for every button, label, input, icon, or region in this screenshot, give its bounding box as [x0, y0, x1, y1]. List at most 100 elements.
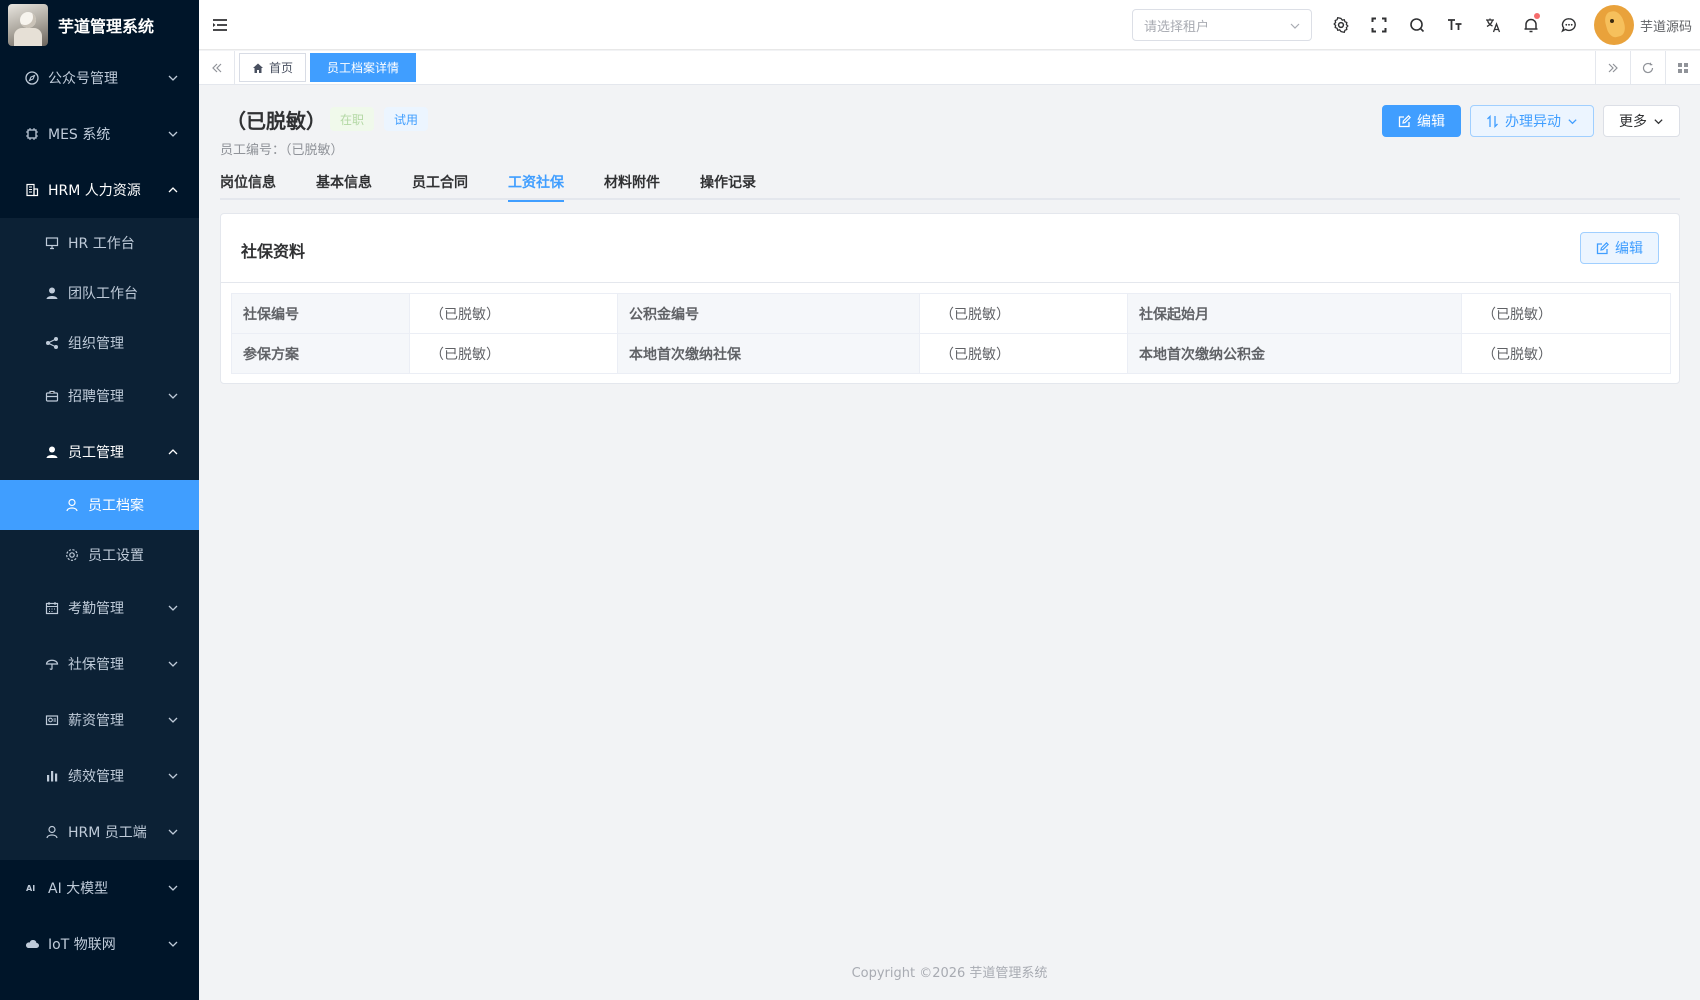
tags-scroll-left[interactable] — [199, 50, 235, 85]
compass-icon — [24, 70, 40, 86]
table-row: 社保编号 （已脱敏） 公积金编号 （已脱敏） 社保起始月 （已脱敏） — [231, 293, 1671, 334]
user-icon — [44, 444, 60, 460]
sidebar-item-label: HRM 人力资源 — [48, 183, 141, 199]
sidebar-item-employee-settings[interactable]: 员工设置 — [0, 530, 199, 580]
sidebar-item-label: 团队工作台 — [68, 286, 138, 302]
sidebar-item-social-security[interactable]: 社保管理 — [0, 636, 199, 692]
user-outline-icon — [44, 824, 60, 840]
building-icon — [24, 182, 40, 198]
tab-basic-info[interactable]: 基本信息 — [316, 170, 372, 200]
font-size-button[interactable] — [1436, 0, 1474, 50]
edit-button[interactable]: 编辑 — [1382, 105, 1461, 137]
username[interactable]: 芋道源码 — [1640, 16, 1692, 35]
sidebar-item-label: 社保管理 — [68, 657, 124, 673]
avatar[interactable] — [1593, 5, 1634, 45]
chevron-down-icon — [1567, 116, 1578, 127]
logo[interactable]: 芋道管理系统 — [0, 0, 199, 50]
sidebar-item-iot[interactable]: IoT 物联网 — [0, 916, 199, 972]
table-row: 参保方案 （已脱敏） 本地首次缴纳社保 （已脱敏） 本地首次缴纳公积金 （已脱敏… — [231, 333, 1671, 374]
sidebar-item-attendance[interactable]: 考勤管理 — [0, 580, 199, 636]
main-content: （已脱敏） 在职 试用 员工编号：（已脱敏） 编辑 办理异动 更多 岗位信息 基… — [220, 85, 1680, 384]
social-security-table: 社保编号 （已脱敏） 公积金编号 （已脱敏） 社保起始月 （已脱敏） 参保方案 … — [231, 293, 1671, 374]
tenant-select[interactable]: 请选择租户 — [1131, 9, 1312, 41]
tab-salary-social-security[interactable]: 工资社保 — [508, 170, 564, 202]
card-edit-button[interactable]: 编辑 — [1580, 232, 1659, 264]
fullscreen-icon — [1371, 17, 1387, 33]
tags-scroll-right[interactable] — [1595, 51, 1630, 85]
sidebar-item-label: MES 系统 — [48, 127, 111, 143]
sidebar-item-performance[interactable]: 绩效管理 — [0, 748, 199, 804]
chat-icon — [1561, 18, 1576, 33]
refresh-icon — [1642, 62, 1654, 74]
double-chevron-right-icon — [1608, 63, 1618, 73]
field-value: （已脱敏） — [1461, 333, 1671, 374]
tab-contract[interactable]: 员工合同 — [412, 170, 468, 200]
sidebar-item-label: 招聘管理 — [68, 389, 124, 405]
topbar: 请选择租户 芋道源码 — [199, 0, 1700, 50]
employee-code: 员工编号：（已脱敏） — [220, 143, 344, 158]
tab-attachments[interactable]: 材料附件 — [604, 170, 660, 200]
more-button[interactable]: 更多 — [1603, 105, 1680, 137]
header-actions: 编辑 办理异动 更多 — [1373, 105, 1680, 137]
gear-icon — [1333, 17, 1349, 33]
field-label: 公积金编号 — [617, 293, 920, 334]
sidebar-item-hrm[interactable]: HRM 人力资源 — [0, 162, 199, 218]
search-button[interactable] — [1398, 0, 1436, 50]
sidebar-item-team-workbench[interactable]: 团队工作台 — [0, 268, 199, 318]
edit-button-label: 编辑 — [1417, 114, 1445, 130]
language-button[interactable] — [1474, 0, 1512, 50]
sidebar-item-hr-workbench[interactable]: HR 工作台 — [0, 218, 199, 268]
field-label: 本地首次缴纳社保 — [617, 333, 920, 374]
chevron-down-icon — [168, 773, 178, 779]
sidebar-item-recruit[interactable]: 招聘管理 — [0, 368, 199, 424]
fullscreen-button[interactable] — [1360, 0, 1398, 50]
notification-button[interactable] — [1512, 0, 1550, 50]
sidebar-item-employee[interactable]: 员工管理 — [0, 424, 199, 480]
logo-image — [8, 4, 48, 46]
field-value: （已脱敏） — [409, 293, 618, 334]
sidebar-item-ai[interactable]: AI AI 大模型 — [0, 860, 199, 916]
tag-home[interactable]: 首页 — [239, 53, 307, 82]
sidebar-item-mes[interactable]: MES 系统 — [0, 106, 199, 162]
calendar-icon — [44, 600, 60, 616]
tags-menu-button[interactable] — [1665, 51, 1700, 85]
refresh-button[interactable] — [1630, 51, 1665, 85]
tab-position-info[interactable]: 岗位信息 — [220, 170, 276, 200]
sidebar-item-wechat[interactable]: 公众号管理 — [0, 50, 199, 106]
change-button[interactable]: 办理异动 — [1470, 105, 1594, 137]
sidebar-item-employee-profile[interactable]: 员工档案 — [0, 480, 199, 530]
chevron-down-icon — [168, 829, 178, 835]
field-label: 社保起始月 — [1127, 293, 1462, 334]
wallet-icon — [44, 712, 60, 728]
field-value: （已脱敏） — [919, 333, 1128, 374]
field-value: （已脱敏） — [1461, 293, 1671, 334]
settings-button[interactable] — [1322, 0, 1360, 50]
employee-header: （已脱敏） 在职 试用 员工编号：（已脱敏） 编辑 办理异动 更多 — [220, 85, 1680, 158]
sidebar-item-label: 绩效管理 — [68, 769, 124, 785]
sidebar-item-salary[interactable]: 薪资管理 — [0, 692, 199, 748]
briefcase-icon — [44, 388, 60, 404]
sidebar-item-org[interactable]: 组织管理 — [0, 318, 199, 368]
tag-employee-profile-detail[interactable]: 员工档案详情 — [310, 53, 417, 82]
chevron-down-icon — [168, 941, 178, 947]
chevron-down-icon — [168, 717, 178, 723]
card-title: 社保资料 — [241, 242, 306, 261]
share-icon — [44, 335, 60, 351]
menu-toggle-icon[interactable] — [213, 18, 227, 31]
sidebar-item-label: 员工档案 — [88, 498, 144, 514]
field-label: 社保编号 — [231, 293, 410, 334]
employee-name: （已脱敏） — [226, 109, 326, 133]
hrm-submenu: HR 工作台 团队工作台 组织管理 招聘管理 员工管理 员工档案 员工设置 考勤… — [0, 218, 199, 860]
svg-text:AI: AI — [26, 884, 35, 893]
field-value: （已脱敏） — [919, 293, 1128, 334]
user-outline-icon — [64, 497, 80, 513]
app-title: 芋道管理系统 — [58, 17, 155, 36]
field-label: 本地首次缴纳公积金 — [1127, 333, 1462, 374]
edit-icon — [1398, 114, 1411, 128]
sidebar-item-hrm-employee-portal[interactable]: HRM 员工端 — [0, 804, 199, 860]
chevron-down-icon — [168, 885, 178, 891]
message-button[interactable] — [1550, 0, 1588, 50]
tags-tools — [1595, 51, 1700, 85]
home-icon — [253, 63, 263, 73]
tab-operation-log[interactable]: 操作记录 — [700, 170, 756, 200]
